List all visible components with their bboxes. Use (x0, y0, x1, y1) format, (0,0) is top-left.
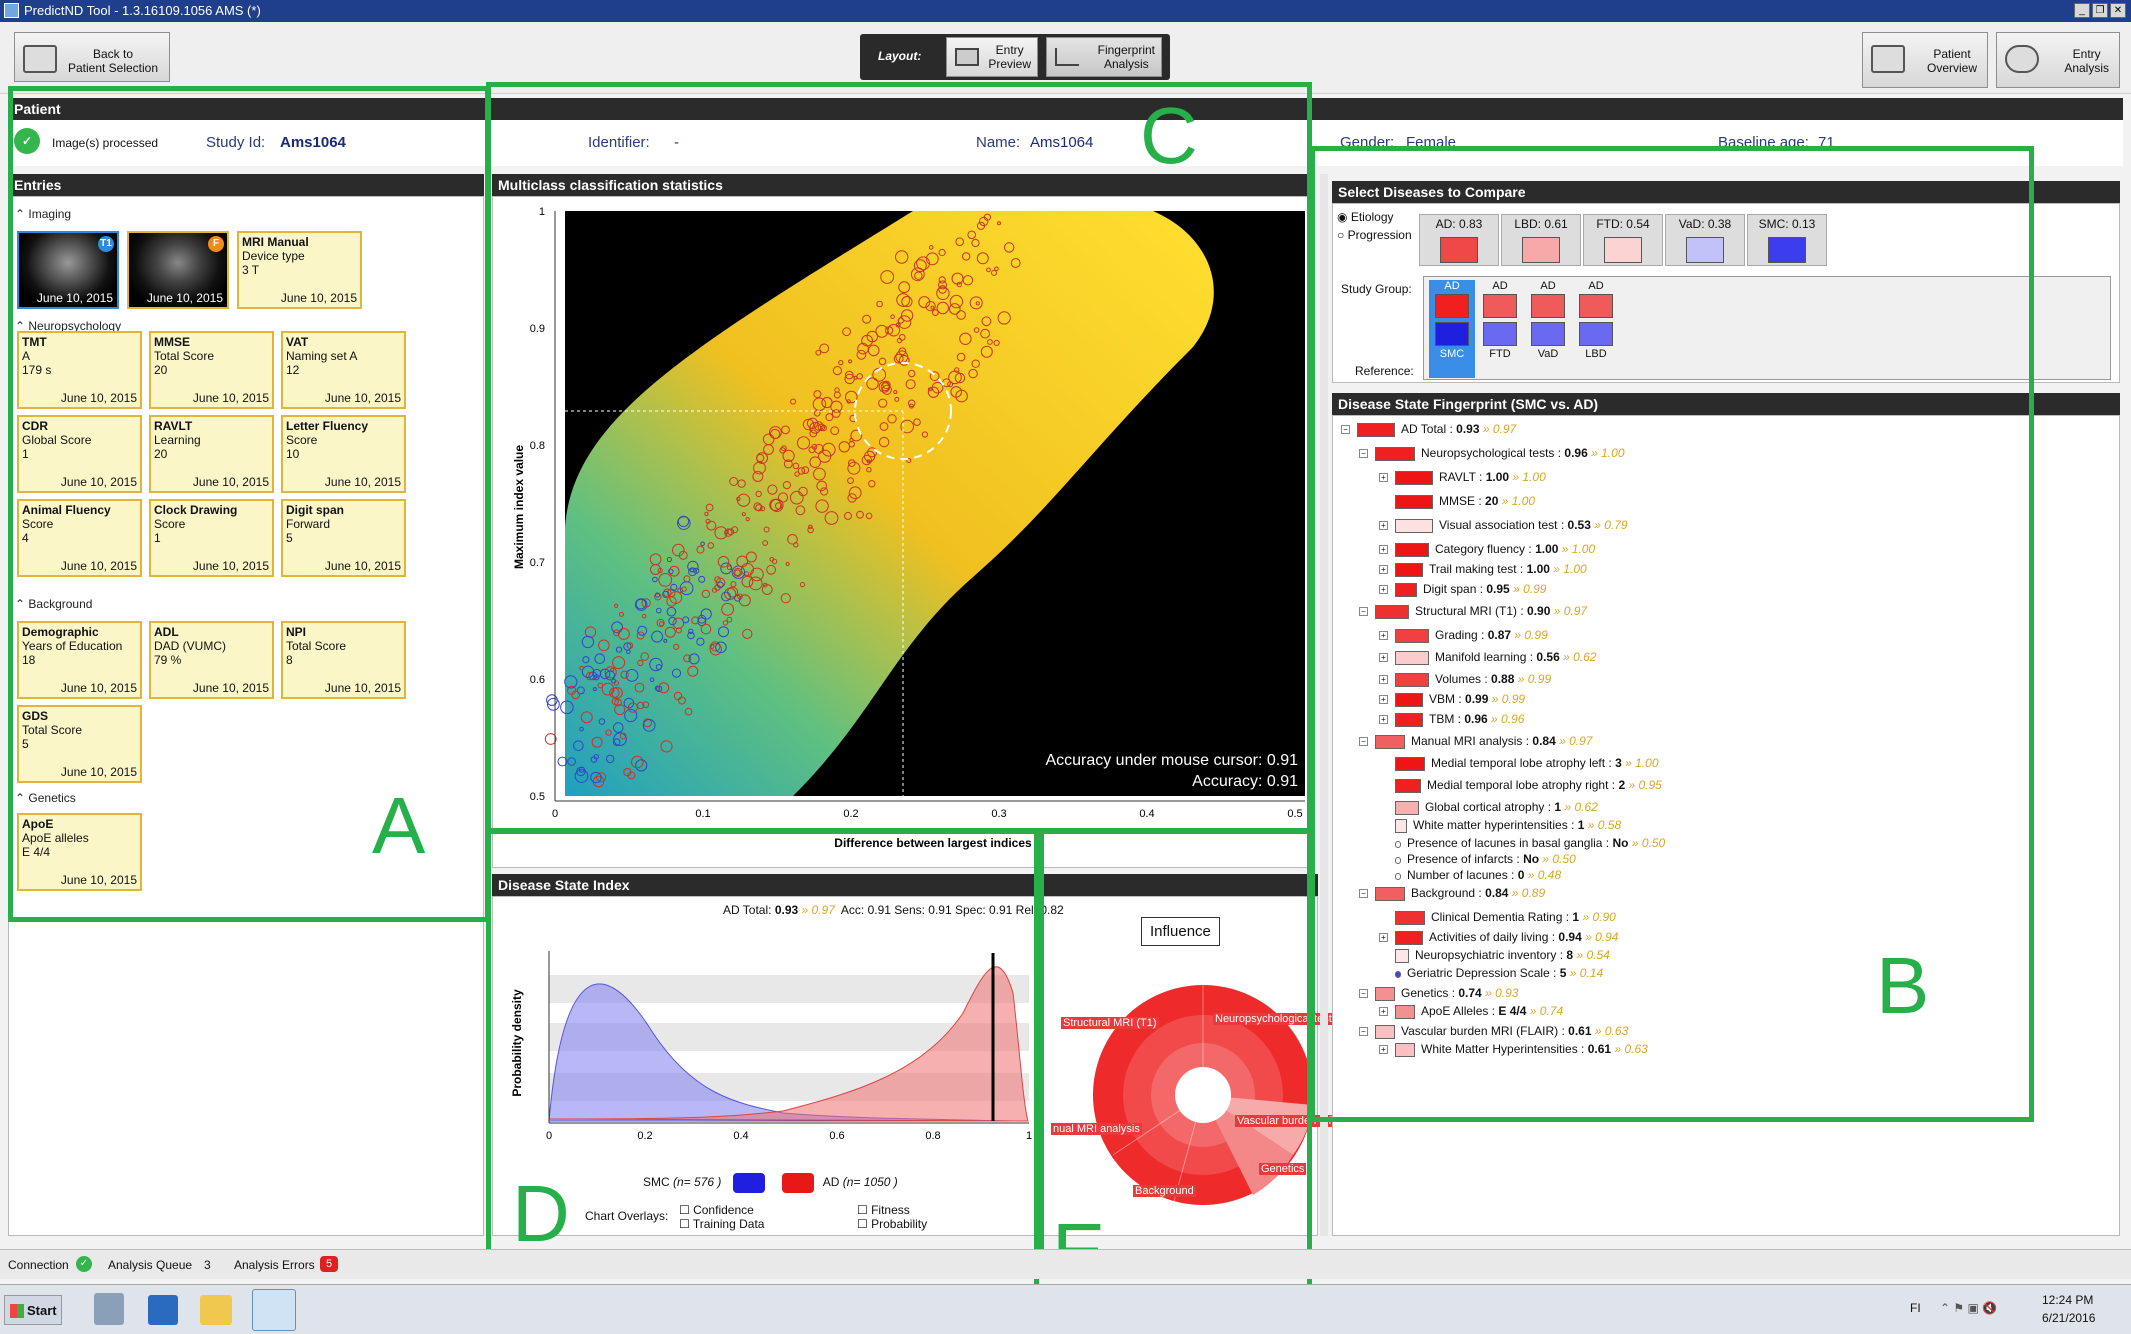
layout-switcher: Layout: Entry Preview Fingerprint Analys… (860, 34, 1170, 80)
annotation-letter-d: D (512, 1169, 570, 1258)
annotation-letter-c: C (1140, 91, 1198, 180)
image-icon (955, 48, 979, 66)
analysis-queue-button[interactable]: Analysis Queue (108, 1258, 192, 1272)
powershell-icon[interactable] (148, 1295, 178, 1325)
status-bar: Connection ✓ Analysis Queue 3 Analysis E… (0, 1249, 2131, 1279)
patient-overview-button[interactable]: Patient Overview (1862, 32, 1988, 88)
analysis-errors-button[interactable]: Analysis Errors (234, 1258, 315, 1272)
explorer-icon[interactable] (200, 1295, 232, 1325)
start-button[interactable]: Start (4, 1295, 62, 1325)
fingerprint-analysis-button[interactable]: Fingerprint Analysis (1046, 37, 1162, 77)
patient-list-icon (23, 45, 57, 73)
annotation-letter-b: B (1876, 941, 1930, 1030)
clock-date[interactable]: 6/21/2016 (2042, 1311, 2095, 1325)
clock-time[interactable]: 12:24 PM (2042, 1293, 2093, 1307)
app-icon (4, 3, 19, 18)
taskbar: Start FI ⌃ ⚑ ▣ 🔇 12:24 PM 6/21/2016 (0, 1284, 2131, 1334)
annotation-letter-a: A (372, 781, 426, 870)
patient-overview-icon (1871, 45, 1905, 73)
magnifier-icon (2005, 45, 2039, 73)
windows-logo-icon (10, 1304, 24, 1318)
annotation-box-c (486, 82, 1312, 834)
close-button[interactable]: ✕ (2110, 3, 2126, 18)
layout-label: Layout: (878, 49, 922, 63)
server-manager-icon[interactable] (94, 1293, 124, 1325)
predictnd-app-icon[interactable] (252, 1289, 296, 1331)
connection-ok-icon: ✓ (76, 1256, 92, 1272)
queue-count: 3 (204, 1258, 211, 1272)
language-indicator[interactable]: FI (1910, 1301, 1921, 1315)
back-to-patient-selection-button[interactable]: Back to Patient Selection (14, 32, 170, 82)
errors-count-badge: 5 (320, 1256, 338, 1272)
bar-chart-icon (1055, 48, 1079, 66)
title-bar: PredictND Tool - 1.3.16109.1056 AMS (*) … (0, 0, 2131, 22)
entry-analysis-button[interactable]: Entry Analysis (1996, 32, 2120, 88)
entry-preview-button[interactable]: Entry Preview (946, 37, 1038, 77)
window-title: PredictND Tool - 1.3.16109.1056 AMS (*) (24, 3, 261, 18)
tray-icons: ⌃ ⚑ ▣ 🔇 (1940, 1301, 1998, 1315)
maximize-button[interactable]: ❐ (2092, 3, 2108, 18)
minimize-button[interactable]: _ (2074, 3, 2090, 18)
